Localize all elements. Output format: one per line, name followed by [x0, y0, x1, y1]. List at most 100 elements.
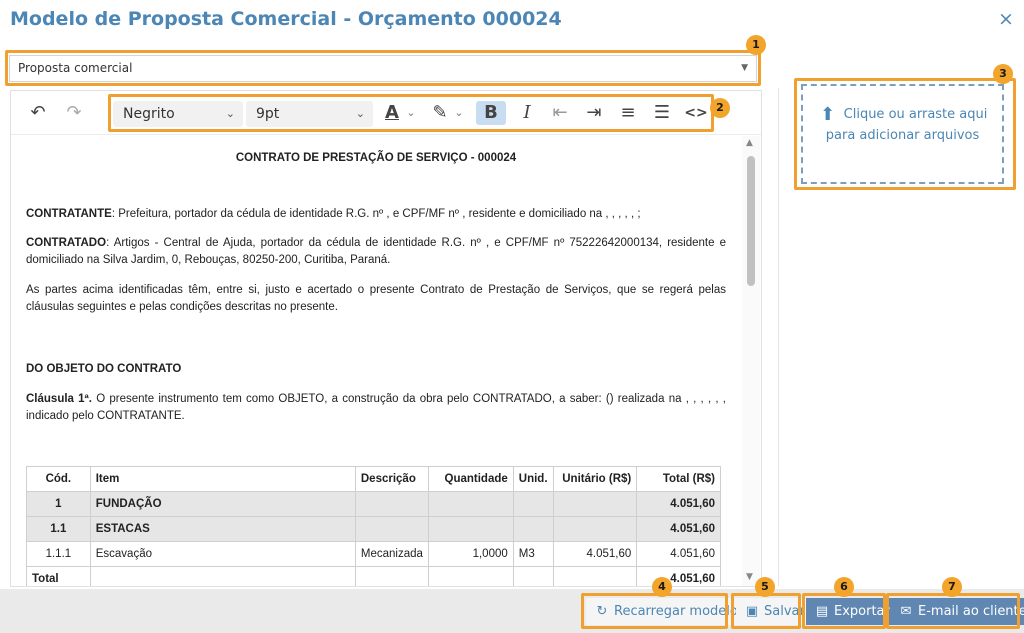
cell-descricao [354, 491, 429, 517]
cell-item [89, 566, 356, 586]
cell-quantidade [427, 516, 514, 542]
cell-descricao [354, 516, 429, 542]
cell-item: ESTACAS [89, 516, 356, 542]
cell-total: 4.051,60 [636, 566, 721, 586]
document-icon: ▤ [815, 604, 829, 619]
close-icon[interactable]: × [996, 9, 1016, 29]
document-heading: CONTRATO DE PRESTAÇÃO DE SERVIÇO - 00002… [235, 152, 517, 164]
highlight-color-icon[interactable]: ✎ [429, 101, 451, 125]
callout-badge-6: 6 [834, 577, 854, 597]
chevron-down-icon[interactable]: ⌄ [452, 101, 466, 125]
contratado-text: : Artigos - Central de Ajuda, portador d… [26, 237, 726, 266]
cell-descricao [354, 566, 429, 586]
outdent-icon[interactable]: ⇤ [547, 101, 573, 125]
col-header-unitario: Unitário (R$) [552, 466, 638, 492]
cell-item: FUNDAÇÃO [89, 491, 356, 517]
undo-icon[interactable]: ↶ [27, 101, 49, 125]
callout-badge-1: 1 [746, 35, 766, 55]
cell-cod: 1 [26, 491, 91, 517]
cell-total: 4.051,60 [636, 491, 721, 517]
code-view-icon[interactable]: <> [683, 101, 709, 125]
clausula-label: Cláusula 1ª. [26, 393, 92, 405]
table-header-row: Cód. Item Descrição Quantidade Unid. Uni… [26, 466, 721, 492]
ordered-list-icon[interactable]: ≡ [615, 101, 641, 125]
chevron-down-icon: ⌄ [225, 107, 235, 120]
contratante-text: : Prefeitura, portador da cédula de iden… [111, 208, 641, 220]
table-row: 1.1.1 Escavação Mecanizada 1,0000 M3 4.0… [26, 541, 721, 567]
upload-label: Clique ou arraste aqui para adicionar ar… [825, 107, 988, 143]
cell-item: Escavação [89, 541, 356, 567]
contratado-label: CONTRATADO [26, 237, 107, 249]
cell-unid [512, 566, 554, 586]
table-row: 1.1 ESTACAS 4.051,60 [26, 516, 721, 542]
budget-table: Cód. Item Descrição Quantidade Unid. Uni… [26, 466, 721, 586]
table-row: Total 4.051,60 [26, 566, 721, 586]
italic-button[interactable]: I [514, 101, 540, 125]
save-icon: ▣ [745, 604, 759, 619]
model-select[interactable]: Proposta comercial ▼ [9, 55, 757, 82]
cell-cod: Total [26, 566, 91, 586]
caret-down-icon: ▼ [741, 63, 748, 73]
col-header-total: Total (R$) [636, 466, 721, 492]
font-size-value: 9pt [256, 106, 280, 122]
partes-paragraph: As partes acima identificadas têm, entre… [26, 284, 726, 313]
indent-icon[interactable]: ⇥ [581, 101, 607, 125]
document-body[interactable]: CONTRATO DE PRESTAÇÃO DE SERVIÇO - 00002… [11, 136, 741, 586]
save-label: Salvar [764, 604, 805, 619]
email-label: E-mail ao cliente [918, 604, 1024, 619]
font-size-select[interactable]: 9pt ⌄ [246, 101, 373, 127]
callout-badge-3: 3 [993, 64, 1013, 84]
chevron-down-icon[interactable]: ⌄ [404, 101, 418, 125]
font-style-value: Negrito [123, 106, 175, 122]
callout-badge-7: 7 [942, 577, 962, 597]
scroll-up-icon[interactable]: ▲ [746, 138, 753, 148]
col-header-cod: Cód. [26, 466, 91, 492]
dialog-title: Modelo de Proposta Comercial - Orçamento… [10, 8, 562, 30]
save-button[interactable]: ▣ Salvar [736, 598, 813, 625]
callout-badge-5: 5 [755, 577, 775, 597]
contratante-label: CONTRATANTE [26, 208, 112, 220]
cell-total: 4.051,60 [636, 541, 721, 567]
cell-cod: 1.1.1 [26, 541, 91, 567]
cell-unitario [552, 566, 638, 586]
font-style-select[interactable]: Negrito ⌄ [113, 101, 243, 127]
cell-unitario [552, 491, 638, 517]
envelope-icon: ✉ [900, 604, 912, 619]
cell-unid: M3 [512, 541, 554, 567]
col-header-item: Item [89, 466, 356, 492]
upload-icon: ⬆ [820, 104, 836, 125]
refresh-icon: ↻ [596, 604, 608, 619]
scroll-down-icon[interactable]: ▼ [746, 572, 753, 582]
cell-unitario: 4.051,60 [552, 541, 638, 567]
cell-unid [512, 516, 554, 542]
bold-button[interactable]: B [476, 101, 506, 125]
cell-descricao: Mecanizada [354, 541, 429, 567]
reload-model-button[interactable]: ↻ Recarregar modelo [586, 598, 746, 625]
cell-quantidade [427, 566, 514, 586]
file-upload-dropzone[interactable]: ⬆ Clique ou arraste aqui para adicionar a… [801, 84, 1004, 184]
contratante-paragraph: CONTRATANTE: Prefeitura, portador da céd… [26, 206, 726, 223]
cell-cod: 1.1 [26, 516, 91, 542]
cell-quantidade: 1,0000 [427, 541, 514, 567]
cell-total: 4.051,60 [636, 516, 721, 542]
text-color-icon[interactable]: A [381, 101, 403, 125]
email-client-button[interactable]: ✉ E-mail ao cliente [890, 598, 1024, 625]
cell-quantidade [427, 491, 514, 517]
export-button[interactable]: ▤ Exportar [806, 598, 898, 625]
cell-unid [512, 491, 554, 517]
objeto-heading: DO OBJETO DO CONTRATO [26, 363, 182, 375]
reload-label: Recarregar modelo [614, 604, 738, 619]
document-scrollbar[interactable]: ▲ ▼ [742, 136, 760, 586]
col-header-quantidade: Quantidade [427, 466, 514, 492]
export-label: Exportar [834, 604, 890, 619]
scrollbar-thumb[interactable] [747, 156, 755, 286]
proposal-model-dialog: Modelo de Proposta Comercial - Orçamento… [0, 0, 1024, 633]
callout-badge-4: 4 [652, 577, 672, 597]
clausula-paragraph: Cláusula 1ª. O presente instrumento tem … [26, 391, 726, 425]
col-header-descricao: Descrição [354, 466, 429, 492]
redo-icon[interactable]: ↷ [63, 101, 85, 125]
table-row: 1 FUNDAÇÃO 4.051,60 [26, 491, 721, 517]
model-select-value: Proposta comercial [18, 61, 133, 75]
editor-toolbar: ↶ ↷ Negrito ⌄ 9pt ⌄ A ⌄ ✎ ⌄ B I ⇤ ⇥ ≡ ☰ … [11, 91, 761, 135]
bullet-list-icon[interactable]: ☰ [649, 101, 675, 125]
